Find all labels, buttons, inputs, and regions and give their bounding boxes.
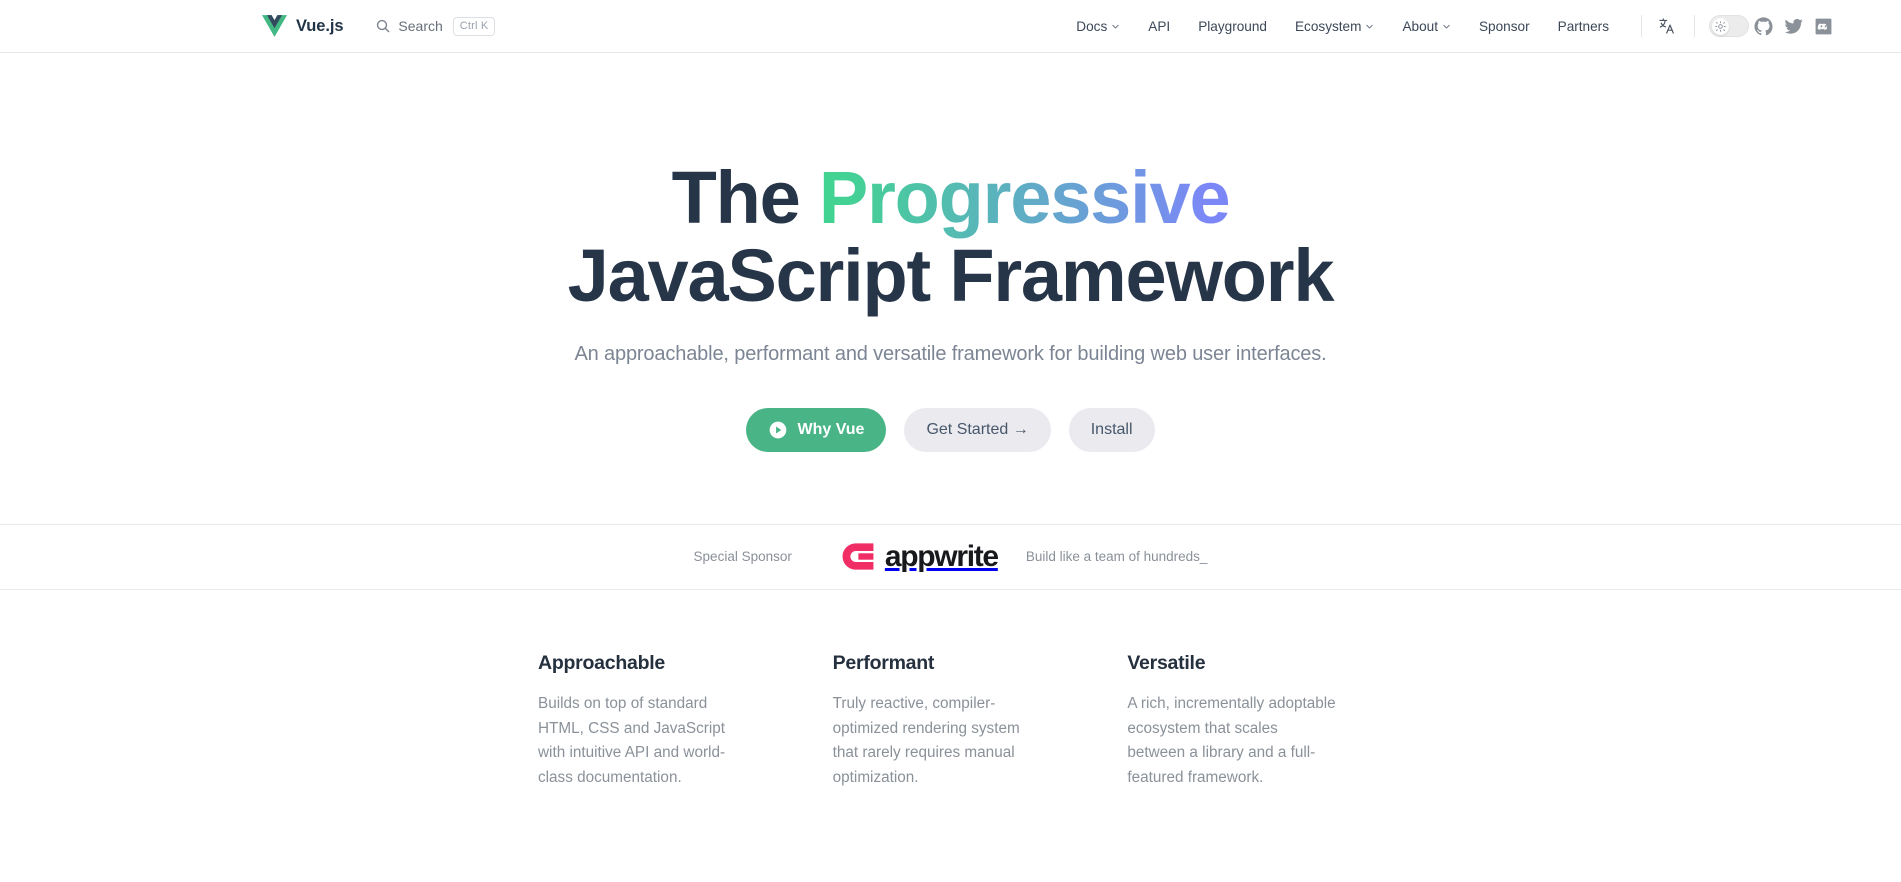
feature-description: Builds on top of standard HTML, CSS and … xyxy=(538,694,726,787)
get-started-button[interactable]: Get Started → xyxy=(904,407,1051,452)
nav-item-label: Partners xyxy=(1557,18,1609,34)
install-button[interactable]: Install xyxy=(1068,407,1155,452)
nav-item-label: API xyxy=(1148,18,1171,34)
hero-title-plain: The xyxy=(671,156,819,239)
search-shortcut-kbd: Ctrl K xyxy=(452,16,496,36)
sponsor-label: Special Sponsor xyxy=(693,549,792,565)
feature-title: Approachable xyxy=(538,651,666,674)
header-right-group: Docs API Playground Ecosystem About Spon… xyxy=(1062,0,1837,53)
features-section: Approachable Builds on top of standard H… xyxy=(538,590,1358,791)
install-label: Install xyxy=(1090,420,1133,438)
why-vue-label: Why Vue xyxy=(797,420,865,438)
nav-item-label: Docs xyxy=(1076,18,1108,34)
feature-card-versatile: Versatile A rich, incrementally adoptabl… xyxy=(1127,652,1358,791)
nav-item-about[interactable]: About xyxy=(1388,0,1465,53)
translate-icon[interactable] xyxy=(1654,13,1680,39)
nav-item-docs[interactable]: Docs xyxy=(1062,0,1134,53)
site-header: Vue.js Search Ctrl K Docs API Playground… xyxy=(0,0,1901,53)
appwrite-logo-icon xyxy=(842,543,874,571)
search-button[interactable]: Search Ctrl K xyxy=(375,16,496,36)
github-icon[interactable] xyxy=(1749,12,1777,40)
play-circle-icon xyxy=(768,420,788,440)
chevron-down-icon xyxy=(1111,22,1120,31)
page-title: The Progressive JavaScript Framework xyxy=(0,156,1901,318)
feature-description: Truly reactive, compiler-optimized rende… xyxy=(832,694,1020,787)
nav-item-label: Playground xyxy=(1198,18,1267,34)
feature-card-performant: Performant Truly reactive, compiler-opti… xyxy=(833,652,1064,791)
search-label: Search xyxy=(398,18,443,34)
theme-toggle-knob xyxy=(1712,18,1729,35)
sponsor-tagline: Build like a team of hundreds_ xyxy=(1025,549,1208,565)
primary-nav: Docs API Playground Ecosystem About Spon… xyxy=(1062,0,1623,53)
get-started-label: Get Started → xyxy=(926,420,1029,438)
nav-item-label: Ecosystem xyxy=(1294,18,1362,34)
nav-item-ecosystem[interactable]: Ecosystem xyxy=(1281,0,1388,53)
special-sponsor-strip: Special Sponsor appwrite Build like a te… xyxy=(0,523,1901,590)
nav-item-label: Sponsor xyxy=(1478,18,1530,34)
hero-title-gradient: Progressive xyxy=(818,156,1231,239)
nav-item-partners[interactable]: Partners xyxy=(1544,0,1623,53)
sun-icon xyxy=(1715,21,1726,32)
header-divider-1 xyxy=(1641,15,1642,37)
feature-title: Versatile xyxy=(1127,651,1206,674)
brand-home-link[interactable]: Vue.js xyxy=(262,15,344,37)
chevron-down-icon xyxy=(1365,22,1374,31)
sponsor-logo-text: appwrite xyxy=(884,539,999,573)
brand-name: Vue.js xyxy=(296,16,344,35)
nav-item-sponsor[interactable]: Sponsor xyxy=(1465,0,1544,53)
vue-logo-icon xyxy=(262,15,287,37)
why-vue-button[interactable]: Why Vue xyxy=(746,407,887,452)
search-icon xyxy=(375,18,391,34)
hero-title-line1: The Progressive xyxy=(671,156,1231,239)
hero-actions: Why Vue Get Started → Install xyxy=(0,407,1901,452)
twitter-icon[interactable] xyxy=(1779,12,1807,40)
hero-tagline: An approachable, performant and versatil… xyxy=(574,342,1327,365)
feature-description: A rich, incrementally adoptable ecosyste… xyxy=(1127,694,1336,787)
nav-item-playground[interactable]: Playground xyxy=(1184,0,1281,53)
nav-item-label: About xyxy=(1402,18,1438,34)
sponsor-logo-link[interactable]: appwrite xyxy=(842,539,999,573)
feature-title: Performant xyxy=(832,651,935,674)
discord-icon[interactable] xyxy=(1809,12,1837,40)
hero-title-line2: JavaScript Framework xyxy=(567,234,1335,318)
nav-item-api[interactable]: API xyxy=(1134,0,1184,53)
social-links xyxy=(1749,12,1837,40)
chevron-down-icon xyxy=(1442,22,1451,31)
header-left-group: Vue.js Search Ctrl K xyxy=(262,15,496,37)
theme-toggle-switch[interactable] xyxy=(1709,15,1749,37)
feature-card-approachable: Approachable Builds on top of standard H… xyxy=(538,652,769,791)
hero-section: The Progressive JavaScript Framework An … xyxy=(0,53,1901,452)
header-divider-2 xyxy=(1694,15,1695,37)
